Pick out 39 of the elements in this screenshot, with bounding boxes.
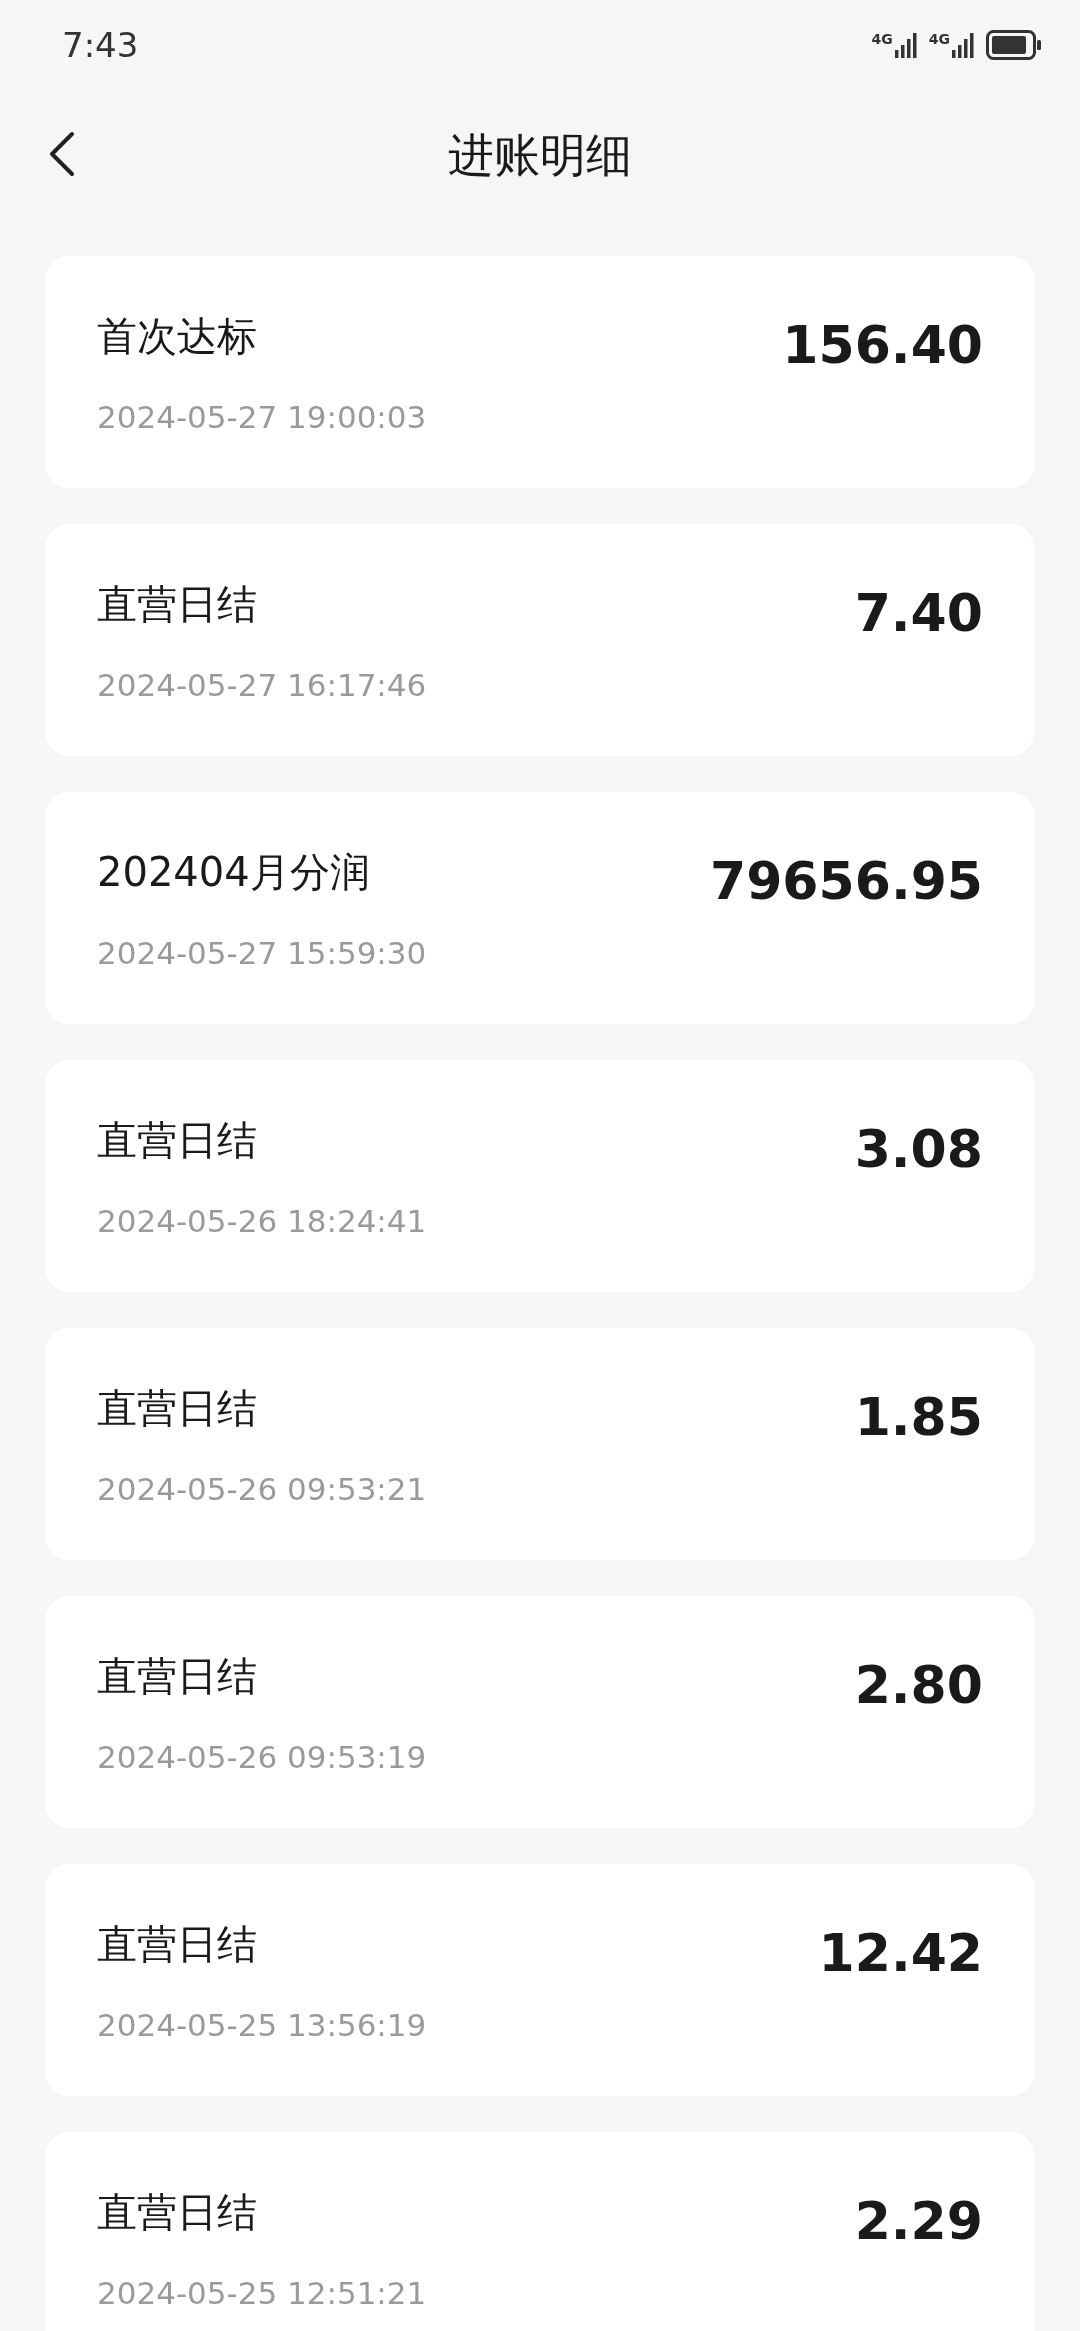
entry-card[interactable]: 202404月分润 2024-05-27 15:59:30 79656.95 — [45, 792, 1034, 1024]
entry-amount: 3.08 — [854, 1118, 983, 1181]
entry-card[interactable]: 直营日结 2024-05-26 09:53:19 2.80 — [45, 1596, 1034, 1828]
entry-date: 2024-05-26 18:24:41 — [97, 1202, 427, 1241]
entry-card[interactable]: 直营日结 2024-05-26 18:24:41 3.08 — [45, 1060, 1034, 1292]
entry-card[interactable]: 首次达标 2024-05-27 19:00:03 156.40 — [45, 256, 1034, 488]
entry-card[interactable]: 直营日结 2024-05-27 16:17:46 7.40 — [45, 524, 1034, 756]
entry-title: 202404月分润 — [97, 848, 371, 897]
entry-card[interactable]: 直营日结 2024-05-25 13:56:19 12.42 — [45, 1864, 1034, 2096]
entry-date: 2024-05-27 16:17:46 — [97, 666, 427, 705]
page-title: 进账明细 — [448, 127, 632, 184]
signal-icon — [894, 32, 919, 58]
entry-title: 首次达标 — [97, 312, 258, 361]
entry-card[interactable]: 直营日结 2024-05-26 09:53:21 1.85 — [45, 1328, 1034, 1560]
entry-date: 2024-05-26 09:53:19 — [97, 1738, 427, 1777]
entry-amount: 2.80 — [854, 1654, 983, 1717]
entry-date: 2024-05-27 19:00:03 — [97, 398, 427, 437]
entry-title: 直营日结 — [97, 1920, 258, 1969]
network-type: 4G — [928, 32, 950, 46]
entry-card[interactable]: 直营日结 2024-05-25 12:51:21 2.29 — [45, 2132, 1034, 2331]
entry-amount: 79656.95 — [709, 850, 983, 913]
network-type: 4G — [871, 32, 893, 46]
entry-amount: 1.85 — [854, 1386, 983, 1449]
entry-amount: 12.42 — [818, 1922, 983, 1985]
entry-title: 直营日结 — [97, 1116, 258, 1165]
entry-amount: 7.40 — [854, 582, 983, 645]
entry-title: 直营日结 — [97, 2188, 258, 2237]
entry-date: 2024-05-26 09:53:21 — [97, 1470, 427, 1509]
signal-icon — [952, 32, 976, 58]
entry-amount: 156.40 — [782, 314, 983, 377]
entry-title: 直营日结 — [97, 1384, 258, 1433]
entry-amount: 2.29 — [854, 2190, 983, 2253]
entry-date: 2024-05-27 15:59:30 — [97, 934, 427, 973]
entry-date: 2024-05-25 12:51:21 — [97, 2274, 427, 2313]
battery-icon — [986, 30, 1042, 60]
entry-title: 直营日结 — [97, 1652, 258, 1701]
entry-title: 直营日结 — [97, 580, 258, 629]
status-time: 7:43 — [62, 25, 139, 65]
entry-date: 2024-05-25 13:56:19 — [97, 2006, 427, 2045]
